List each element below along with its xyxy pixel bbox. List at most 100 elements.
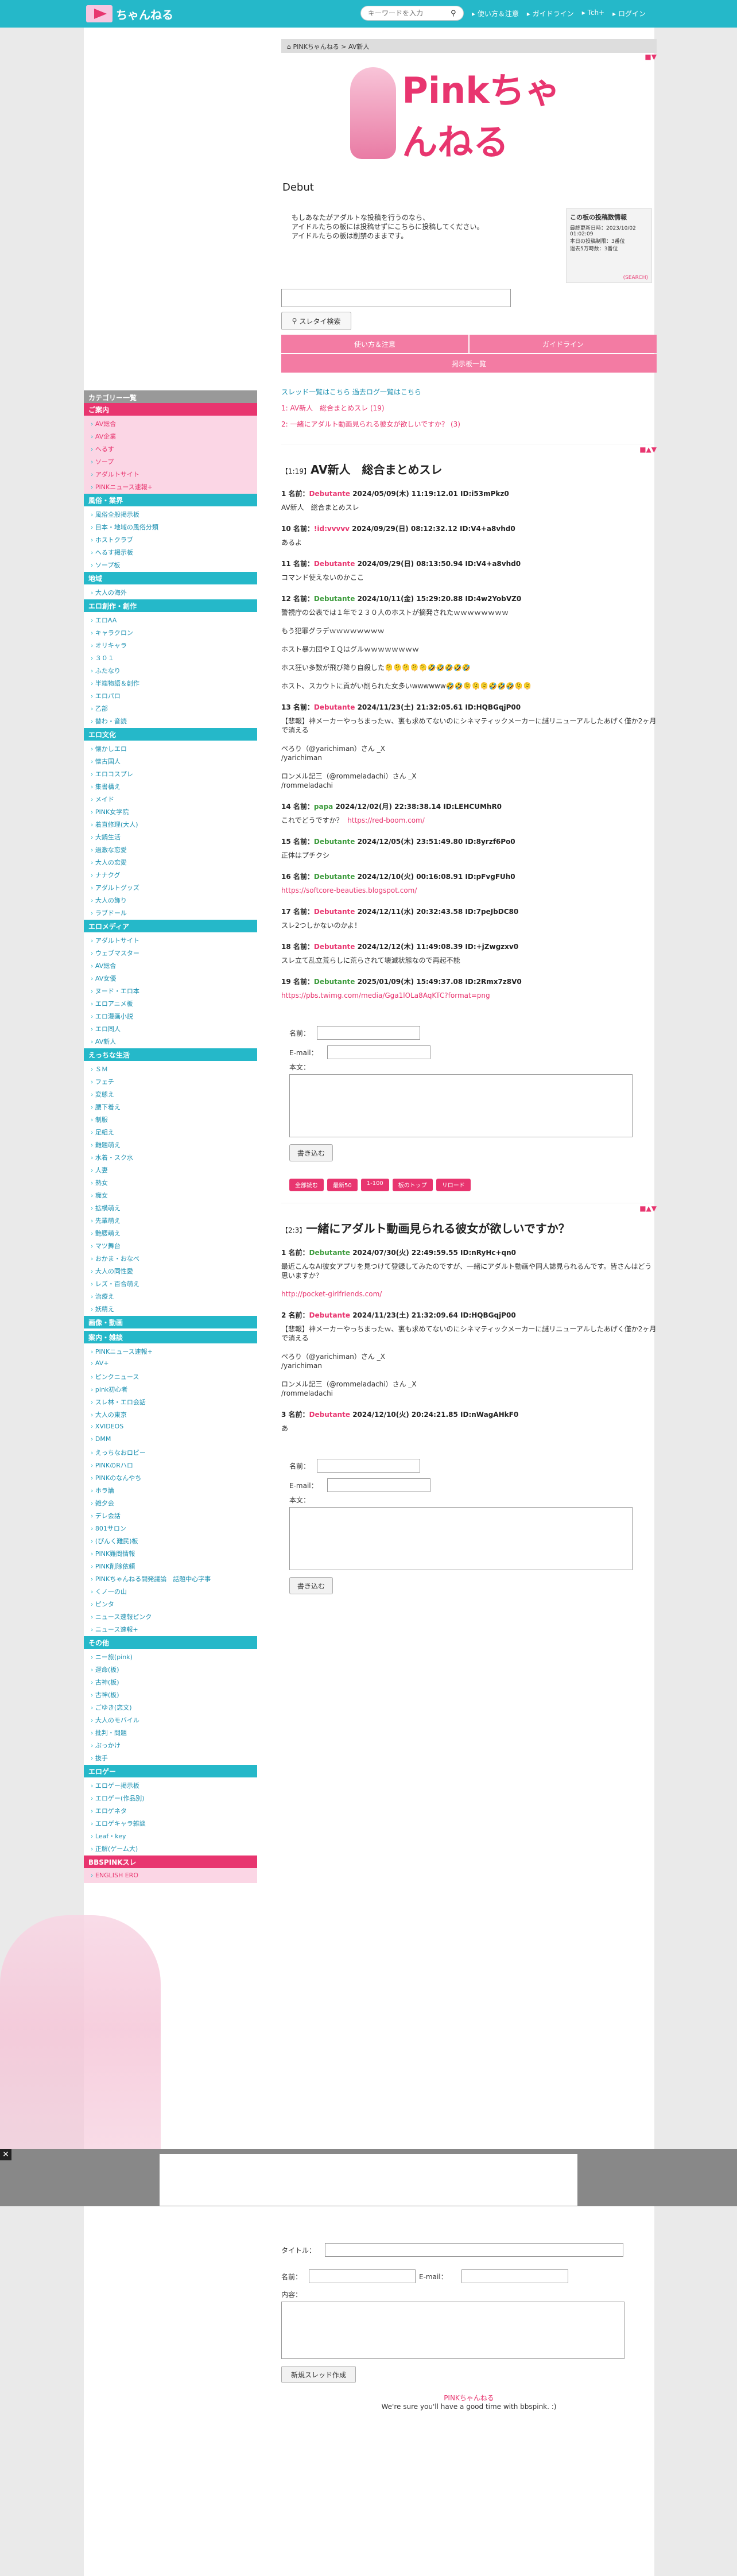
corner-icons[interactable]: ■▼ [645,53,657,61]
sidebar-item[interactable]: ホラ論 [84,1483,257,1496]
sidebar-item[interactable]: 雑夕会 [84,1496,257,1509]
sidebar-item[interactable]: えっちなおロビー [84,1446,257,1458]
sidebar-item[interactable]: PINKニュース速報+ [84,480,257,493]
sidebar-item[interactable]: 着直修理(大人) [84,818,257,830]
sidebar-item[interactable]: pink初心者 [84,1382,257,1395]
sidebar-item[interactable]: XVIDEOS [84,1420,257,1433]
sidebar-item[interactable]: PINKのなんやち [84,1471,257,1483]
sidebar-item[interactable]: 拡横萌え [84,1201,257,1214]
sidebar-item[interactable]: ホストクラブ [84,533,257,545]
sidebar-item[interactable]: 批判・問題 [84,1726,257,1738]
thread-list-head[interactable]: スレッド一覧はこちら 過去ログ一覧はこちら [281,384,657,400]
thread-icons[interactable]: ■▲▼ [639,446,657,454]
sidebar-section-head[interactable]: その他 [84,1636,257,1649]
poster-name[interactable]: Debutante [314,560,355,568]
sidebar-section-head[interactable]: 地域 [84,572,257,584]
sidebar-item[interactable]: ヌード・エロ本 [84,984,257,997]
sidebar-item[interactable]: 艶腰萌え [84,1226,257,1239]
usage-button[interactable]: 使い方＆注意 [281,335,468,353]
sidebar-item[interactable]: (ぴんく難民)板 [84,1534,257,1547]
thread-search-button[interactable]: ⚲ スレタイ検索 [281,312,351,330]
thread-nav-button[interactable]: 最新50 [327,1179,358,1191]
sidebar-item[interactable]: 乙部 [84,702,257,714]
sidebar-item[interactable]: PINK女学院 [84,805,257,818]
sidebar-item[interactable]: マツ舞台 [84,1239,257,1252]
thread-link[interactable]: 1: AV新人 総合まとめスレ (19) [281,400,657,416]
sidebar-item[interactable]: ナナクグ [84,868,257,881]
sidebar-item[interactable]: エロAA [84,613,257,626]
name-field[interactable] [309,2269,416,2283]
sidebar-section-head[interactable]: 案内・雑談 [84,1331,257,1343]
body-textarea[interactable] [289,1507,633,1570]
poster-name[interactable]: Debutante [314,978,355,986]
sidebar-item[interactable]: ウェブマスター [84,946,257,959]
nav-guideline[interactable]: ▸ ガイドライン [527,9,574,18]
poster-name[interactable]: Debutante [314,595,355,603]
thread-search-input[interactable] [281,289,511,307]
sidebar-item[interactable]: オリキャラ [84,638,257,651]
sidebar-item[interactable]: エロパロ [84,689,257,702]
nav-login[interactable]: ▸ ログイン [612,9,646,18]
sidebar-section-head[interactable]: 画像・動画 [84,1316,257,1328]
sidebar-item[interactable]: 抜手 [84,1751,257,1764]
post-link[interactable]: https://red-boom.com/ [347,816,425,824]
sidebar-item[interactable]: アダルトグッズ [84,881,257,893]
sidebar-item[interactable]: 大人の同性愛 [84,1264,257,1277]
sidebar-item[interactable]: PINKちゃんねる開発議論 話題中心字事 [84,1572,257,1585]
thread-link[interactable]: 2: 一緒にアダルト動画見られる彼女が欲しいですか？ (3) [281,416,657,432]
submit-button[interactable]: 書き込む [289,1577,333,1594]
sidebar-item[interactable]: 腰下着え [84,1100,257,1113]
sidebar-item[interactable]: AV+ [84,1357,257,1370]
sidebar-item[interactable]: AV総合 [84,417,257,429]
sidebar-item[interactable]: 水着・スク水 [84,1151,257,1163]
sidebar-section-head[interactable]: エロゲー [84,1765,257,1777]
sidebar-item[interactable]: 大人の東京 [84,1408,257,1420]
sidebar-item[interactable]: 足組え [84,1125,257,1138]
sidebar-item[interactable]: エロゲネタ [84,1804,257,1816]
sidebar-item[interactable]: 変態え [84,1087,257,1100]
sidebar-section-head[interactable]: エロ創作・創作 [84,599,257,612]
poster-name[interactable]: Debutante [309,1411,350,1419]
sidebar-item[interactable]: 古神(板) [84,1688,257,1700]
sidebar-item[interactable]: ３０１ [84,651,257,664]
body-textarea[interactable] [281,2302,624,2359]
sidebar-item[interactable]: 先輩萌え [84,1214,257,1226]
sidebar-item[interactable]: 集書構え [84,780,257,792]
name-field[interactable] [317,1026,420,1040]
footer-brand[interactable]: PINKちゃんねる [281,2393,657,2403]
poster-name[interactable]: Debutante [309,1249,350,1257]
sidebar-item[interactable]: ENGLISH ERO [84,1869,257,1882]
sidebar-item[interactable]: 懐かしエロ [84,742,257,754]
thread-icons[interactable]: ■▲▼ [639,1204,657,1213]
sidebar-item[interactable]: へるす掲示板 [84,545,257,558]
sidebar-item[interactable]: 人妻 [84,1163,257,1176]
sidebar-item[interactable]: ふたなり [84,664,257,676]
sidebar-item[interactable]: ラブドール [84,906,257,919]
sidebar-item[interactable]: ピンクニュース [84,1370,257,1382]
sidebar-item[interactable]: 日本・地域の風俗分類 [84,520,257,533]
board-list-button[interactable]: 掲示板一覧 [281,354,657,373]
sidebar-item[interactable]: スレ林・エロ会話 [84,1395,257,1408]
sidebar-item[interactable]: Leaf・key [84,1829,257,1842]
search-input[interactable] [360,6,464,21]
email-field[interactable] [327,1478,430,1492]
sidebar-item[interactable]: キャラクロン [84,626,257,638]
sidebar-item[interactable]: 大人の飾り [84,893,257,906]
sidebar-item[interactable]: 大人のモバイル [84,1713,257,1726]
sidebar-item[interactable]: AV総合 [84,959,257,971]
sidebar-section-head[interactable]: BBSPINKスレ [84,1856,257,1868]
sidebar-item[interactable]: PINKのRハロ [84,1458,257,1471]
sidebar-item[interactable]: ニュース速報+ [84,1622,257,1635]
thread-nav-button[interactable]: 全部読む [289,1179,324,1191]
sidebar-section-head[interactable]: 風俗・業界 [84,494,257,506]
poster-name[interactable]: !id:vvvvv [314,525,350,533]
title-field[interactable] [325,2243,623,2257]
sidebar-item[interactable]: 正解(ゲーム大) [84,1842,257,1854]
sidebar-item[interactable]: AV新人 [84,1035,257,1047]
sidebar-item[interactable]: メイド [84,792,257,805]
sidebar-item[interactable]: 懐古国人 [84,754,257,767]
sidebar-item[interactable]: 難題萌え [84,1138,257,1151]
overlay-ad[interactable] [160,2154,577,2206]
create-thread-button[interactable]: 新規スレッド作成 [281,2366,356,2383]
sidebar-item[interactable]: エロゲー(作品別) [84,1791,257,1804]
